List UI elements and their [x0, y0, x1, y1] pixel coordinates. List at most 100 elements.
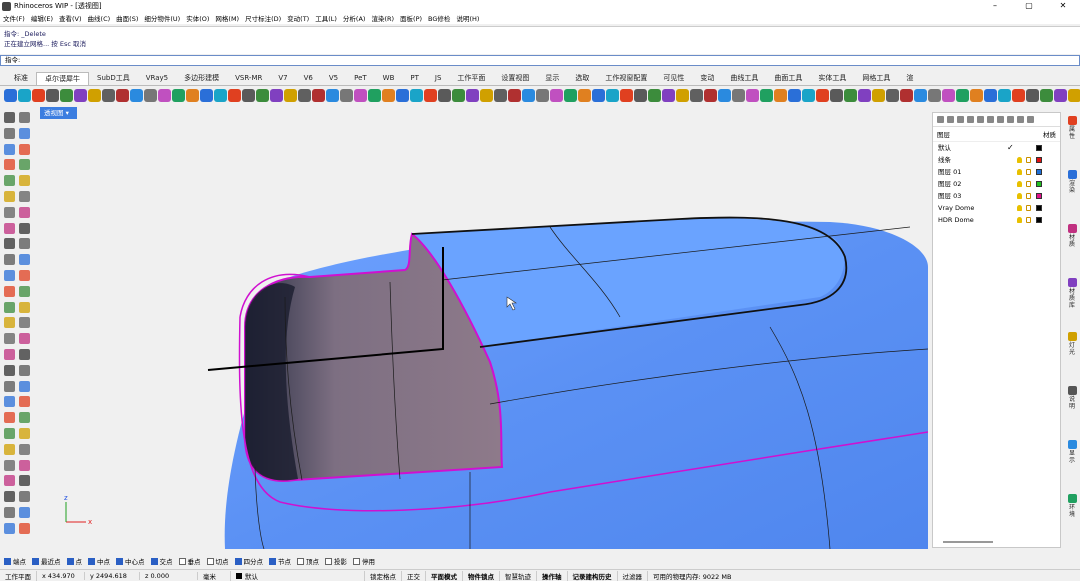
osnap-toggle[interactable]: 顶点: [297, 556, 319, 566]
toolbar-tool-icon[interactable]: [1068, 89, 1080, 102]
tab-wb[interactable]: WB: [375, 72, 403, 85]
tab-select[interactable]: 选取: [567, 72, 597, 85]
left-tool-icon[interactable]: [4, 159, 15, 171]
toolbar-tool-icon[interactable]: [158, 89, 171, 102]
toolbar-tool-icon[interactable]: [536, 89, 549, 102]
lock-icon[interactable]: [1026, 181, 1031, 187]
lock-icon[interactable]: [1026, 157, 1031, 163]
toolbar-tool-icon[interactable]: [466, 89, 479, 102]
layer-color-swatch[interactable]: [1036, 169, 1042, 175]
osnap-toggle[interactable]: 端点: [4, 556, 26, 566]
minimize-button[interactable]: –: [978, 0, 1012, 12]
status-toggle[interactable]: 过滤器: [618, 570, 648, 581]
left-tool-icon[interactable]: [19, 349, 30, 360]
menu-view[interactable]: 查看(V): [59, 13, 82, 23]
toolbar-tool-icon[interactable]: [564, 89, 577, 102]
toolbar-tool-icon[interactable]: [900, 89, 913, 102]
toolbar-tool-icon[interactable]: [32, 89, 45, 102]
osnap-toggle[interactable]: 投影: [325, 556, 347, 566]
new-sublayer-icon[interactable]: [947, 116, 954, 123]
left-tool-icon[interactable]: [19, 317, 30, 329]
left-tool-icon[interactable]: [19, 333, 30, 345]
tab-poly[interactable]: 多边形建模: [176, 72, 227, 85]
left-tool-icon[interactable]: [19, 412, 30, 424]
status-units[interactable]: 毫米: [198, 570, 231, 581]
osnap-checkbox[interactable]: [32, 557, 39, 565]
toolbar-tool-icon[interactable]: [648, 89, 661, 102]
layer-color-swatch[interactable]: [1036, 217, 1042, 223]
toolbar-tool-icon[interactable]: [522, 89, 535, 102]
left-tool-icon[interactable]: [4, 380, 15, 392]
left-tool-icon[interactable]: [19, 396, 30, 408]
layer-row[interactable]: 线条: [933, 154, 1060, 166]
left-tool-icon[interactable]: [4, 301, 15, 313]
command-input[interactable]: 指令:: [0, 55, 1080, 66]
toolbar-tool-icon[interactable]: [382, 89, 395, 102]
left-tool-icon[interactable]: [19, 159, 30, 171]
left-tool-icon[interactable]: [19, 380, 30, 392]
layer-color-swatch[interactable]: [1036, 157, 1042, 163]
status-cplane[interactable]: 工作平面: [0, 570, 37, 581]
left-tool-icon[interactable]: [19, 206, 30, 218]
toolbar-tool-icon[interactable]: [452, 89, 465, 102]
toolbar-tool-icon[interactable]: [886, 89, 899, 102]
toolbar-tool-icon[interactable]: [774, 89, 787, 102]
layer-color-swatch[interactable]: [1036, 181, 1042, 187]
tab-viewport-layout[interactable]: 工作视窗配置: [597, 72, 655, 85]
toolbar-tool-icon[interactable]: [830, 89, 843, 102]
left-tool-icon[interactable]: [4, 459, 15, 471]
layer-row[interactable]: 图层 03: [933, 190, 1060, 202]
toolbar-tool-icon[interactable]: [298, 89, 311, 102]
left-tool-icon[interactable]: [4, 206, 15, 218]
move-up-icon[interactable]: [967, 116, 974, 123]
lock-icon[interactable]: [1026, 205, 1031, 211]
osnap-toggle[interactable]: 停用: [353, 556, 375, 566]
left-tool-icon[interactable]: [4, 285, 15, 297]
status-toggle[interactable]: 正交: [402, 570, 426, 581]
toolbar-tool-icon[interactable]: [676, 89, 689, 102]
tab-mesh-tools[interactable]: 网格工具: [854, 72, 898, 85]
toolbar-tool-icon[interactable]: [1012, 89, 1025, 102]
menu-bg[interactable]: BG修检: [428, 13, 450, 23]
layer-color-swatch[interactable]: [1036, 193, 1042, 199]
tab-zhuoer[interactable]: 卓尔谟犀牛: [36, 72, 89, 85]
osnap-toggle[interactable]: 中点: [88, 556, 110, 566]
left-tool-icon[interactable]: [4, 254, 15, 266]
osnap-toggle[interactable]: 最近点: [32, 556, 61, 566]
tab-js[interactable]: JS: [427, 72, 450, 85]
model-view[interactable]: x z: [40, 107, 928, 549]
osnap-checkbox[interactable]: [269, 557, 276, 565]
left-tool-icon[interactable]: [4, 412, 15, 424]
tab-subd[interactable]: SubD工具: [89, 72, 138, 85]
tab-v7[interactable]: V7: [270, 72, 295, 85]
toolbar-tool-icon[interactable]: [172, 89, 185, 102]
toolbar-tool-icon[interactable]: [620, 89, 633, 102]
left-tool-icon[interactable]: [19, 127, 30, 139]
toolbar-tool-icon[interactable]: [312, 89, 325, 102]
tab-display[interactable]: 显示: [537, 72, 567, 85]
left-tool-icon[interactable]: [4, 428, 15, 439]
toolbar-tool-icon[interactable]: [354, 89, 367, 102]
toolbar-tool-icon[interactable]: [60, 89, 73, 102]
toolbar-tool-icon[interactable]: [942, 89, 955, 102]
toolbar-tool-icon[interactable]: [956, 89, 969, 102]
visibility-bulb-icon[interactable]: [1017, 205, 1022, 211]
layer-row[interactable]: 图层 01: [933, 166, 1060, 178]
left-tool-icon[interactable]: [4, 491, 15, 503]
left-tool-icon[interactable]: [19, 364, 30, 376]
left-tool-icon[interactable]: [4, 507, 15, 518]
toolbar-tool-icon[interactable]: [494, 89, 507, 102]
menu-panels[interactable]: 面板(P): [400, 13, 422, 23]
help-icon[interactable]: [1027, 116, 1034, 123]
toolbar-tool-icon[interactable]: [284, 89, 297, 102]
toolbar-tool-icon[interactable]: [732, 89, 745, 102]
osnap-checkbox[interactable]: [88, 557, 95, 565]
toolbar-tool-icon[interactable]: [438, 89, 451, 102]
left-tool-icon[interactable]: [19, 301, 30, 313]
osnap-checkbox[interactable]: [234, 557, 242, 565]
menu-mesh[interactable]: 网格(M): [215, 13, 239, 23]
osnap-toggle[interactable]: 点: [66, 556, 82, 566]
tab-visibility[interactable]: 可见性: [655, 72, 692, 85]
toolbar-tool-icon[interactable]: [340, 89, 353, 102]
left-tool-icon[interactable]: [19, 491, 30, 503]
